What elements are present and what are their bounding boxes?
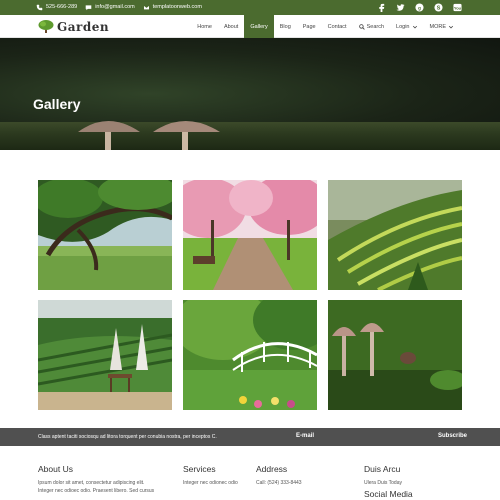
footer-about-line2: Integer nec odioec odio. Praesent libero… — [38, 488, 155, 494]
gallery-image-vineyard[interactable] — [38, 300, 172, 410]
footer-address-title: Address — [256, 464, 288, 474]
footer-about-title: About Us — [38, 464, 73, 474]
nav-login-label: Login — [396, 23, 410, 30]
subscribe-button[interactable]: Subscribe — [438, 433, 467, 439]
site-header: Garden Home About Gallery Blog Page Cont… — [0, 15, 500, 38]
nav-search-label: Search — [366, 23, 385, 30]
contact-info: 525-666-289 info@gmail.com templatoonweb… — [36, 3, 202, 12]
skype-icon[interactable]: S — [433, 2, 443, 12]
nav-search[interactable]: Search — [353, 15, 390, 38]
nav-contact[interactable]: Contact — [322, 15, 353, 38]
footer-duis-line1[interactable]: Ulera Duis Today — [364, 479, 413, 487]
gallery-image-mushrooms[interactable] — [328, 300, 462, 410]
newsletter-email-field[interactable]: E-mail — [296, 433, 314, 439]
footer-about: About Us Ipsum dolor sit amet, consectet… — [38, 464, 154, 495]
mushroom-image — [78, 121, 220, 150]
chevron-down-icon — [412, 25, 417, 28]
footer-social-title: Social Media — [364, 489, 413, 499]
nav-home[interactable]: Home — [191, 15, 218, 38]
gallery-image-tree[interactable] — [38, 180, 172, 290]
google-plus-icon[interactable]: g — [414, 2, 424, 12]
nav-login[interactable]: Login — [390, 15, 423, 38]
phone-item: 525-666-289 — [36, 3, 77, 12]
website-item[interactable]: templatoonweb.com — [143, 3, 202, 12]
svg-text:g: g — [418, 5, 421, 10]
email-text[interactable]: info@gmail.com — [95, 3, 135, 12]
chat-icon — [85, 5, 92, 11]
nav-blog[interactable]: Blog — [274, 15, 297, 38]
top-bar: 525-666-289 info@gmail.com templatoonweb… — [0, 0, 500, 15]
social-links: g S You — [376, 2, 462, 12]
gallery-grid — [38, 180, 462, 410]
phone-text: 525-666-289 — [46, 4, 78, 10]
chevron-down-icon — [448, 25, 454, 28]
footer-about-line1: Ipsum dolor sit amet, consectetur adipis… — [38, 480, 145, 486]
footer-address-line1: Call: (524) 333-8443 — [256, 480, 302, 486]
svg-text:S: S — [436, 5, 440, 11]
search-icon — [358, 23, 365, 30]
svg-text:You: You — [453, 5, 461, 10]
twitter-icon[interactable] — [395, 2, 405, 12]
gallery-image-blossom-path[interactable] — [183, 180, 317, 290]
brand-name: Garden — [57, 19, 110, 34]
footer-services-line1[interactable]: Integer nec odionec odio — [183, 479, 238, 487]
tree-logo-icon — [38, 20, 54, 33]
site-logo[interactable]: Garden — [38, 19, 109, 34]
newsletter-message: Class aptent taciti sociosqu ad litora t… — [38, 434, 217, 440]
nav-more-label: MORE — [429, 23, 447, 30]
main-nav: Home About Gallery Blog Page Contact Sea… — [191, 15, 460, 38]
facebook-icon[interactable] — [376, 2, 386, 12]
page-banner: Gallery — [0, 38, 500, 150]
nav-about[interactable]: About — [218, 15, 244, 38]
gallery-image-bridge[interactable] — [183, 300, 317, 410]
gallery-image-terraces[interactable] — [328, 180, 462, 290]
nav-page[interactable]: Page — [297, 15, 322, 38]
footer-services-title: Services — [183, 464, 216, 474]
envelope-icon — [143, 5, 150, 10]
footer-duis: Duis Arcu Ulera Duis Today Social Media — [364, 464, 413, 499]
page-title: Gallery — [33, 96, 81, 112]
footer-address: Address Call: (524) 333-8443 — [256, 464, 302, 487]
site-footer: About Us Ipsum dolor sit amet, consectet… — [0, 446, 500, 500]
email-item[interactable]: info@gmail.com — [85, 3, 135, 12]
youtube-icon[interactable]: You — [452, 2, 462, 12]
nav-gallery[interactable]: Gallery — [244, 15, 274, 38]
footer-services: Services Integer nec odionec odio — [183, 464, 238, 487]
website-text[interactable]: templatoonweb.com — [153, 3, 202, 12]
newsletter-bar: Class aptent taciti sociosqu ad litora t… — [0, 428, 500, 446]
phone-icon — [36, 4, 43, 11]
footer-duis-title: Duis Arcu — [364, 464, 401, 474]
nav-more[interactable]: MORE — [424, 15, 461, 38]
